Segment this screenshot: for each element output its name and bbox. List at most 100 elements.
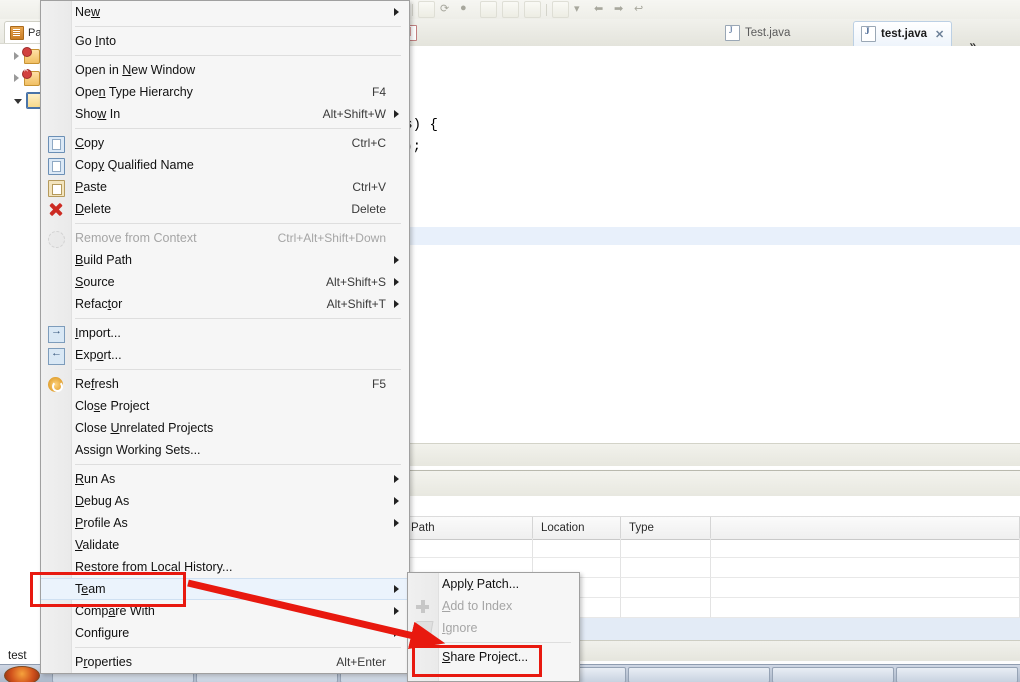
menu-item-debug-as[interactable]: Debug As — [41, 490, 409, 512]
menu-item-profile-as[interactable]: Profile As — [41, 512, 409, 534]
java-file-icon-active — [861, 26, 876, 42]
menu-item-show-in[interactable]: Show In Alt+Shift+W — [41, 103, 409, 125]
chevron-down-icon[interactable] — [14, 99, 22, 104]
menu-item-close-unrelated-projects[interactable]: Close Unrelated Projects — [41, 417, 409, 439]
menu-item-export[interactable]: Export... — [41, 344, 409, 366]
menu-item-shortcut: Alt+Shift+W — [322, 107, 386, 121]
table-cell — [711, 558, 1020, 578]
menu-item-paste[interactable]: Paste Ctrl+V — [41, 176, 409, 198]
menu-item-new[interactable]: New — [41, 1, 409, 23]
submenu-arrow-icon — [394, 110, 399, 118]
submenu-separator — [442, 642, 571, 643]
submenu-arrow-icon — [394, 300, 399, 308]
menu-item-label: Assign Working Sets... — [75, 443, 201, 457]
menu-item-label: Close Unrelated Projects — [75, 421, 214, 435]
menu-item-label: Copy — [75, 136, 105, 150]
menu-item-compare-with[interactable]: Compare With — [41, 600, 409, 622]
menu-item-configure[interactable]: Configure — [41, 622, 409, 644]
ignore-icon — [413, 621, 434, 638]
menu-item-go-into[interactable]: Go Into — [41, 30, 409, 52]
menu-item-label: Debug As — [75, 494, 130, 508]
menu-item-label: Source — [75, 275, 115, 289]
close-icon[interactable]: ✕ — [935, 28, 944, 41]
taskbar-button-7[interactable] — [896, 667, 1018, 682]
menu-item-label: Close Project — [75, 399, 150, 413]
menu-item-refactor[interactable]: Refactor Alt+Shift+T — [41, 293, 409, 315]
menu-item-properties[interactable]: Properties Alt+Enter — [41, 651, 409, 673]
editor-tab-test-java[interactable]: test.java ✕ — [853, 21, 953, 46]
taskbar-button-5[interactable] — [628, 667, 770, 682]
menu-item-copy[interactable]: Copy Ctrl+C — [41, 132, 409, 154]
problems-column-header-type[interactable]: Type — [621, 517, 711, 539]
menu-item-label: Properties — [75, 655, 132, 669]
submenu-item-apply-patch[interactable]: Apply Patch... — [408, 573, 579, 595]
coverage-icon[interactable]: ● — [460, 2, 475, 17]
new-package-icon[interactable] — [524, 1, 541, 18]
menu-item-open-type-hierarchy[interactable]: Open Type Hierarchy F4 — [41, 81, 409, 103]
submenu-item-label: Ignore — [442, 621, 478, 635]
table-cell — [621, 578, 711, 598]
submenu-item-share-project[interactable]: Share Project... — [408, 646, 579, 668]
menu-item-label: Delete — [75, 202, 112, 216]
chevron-right-icon-2[interactable] — [14, 74, 19, 82]
new-java-project-icon[interactable] — [480, 1, 497, 18]
menu-item-restore-from-local-history[interactable]: Restore from Local History... — [41, 556, 409, 578]
submenu-item-label: Add to Index — [442, 599, 513, 613]
editor-tab-Test-java-label: Test.java — [745, 27, 791, 39]
run-icon[interactable] — [418, 1, 435, 18]
menu-item-source[interactable]: Source Alt+Shift+S — [41, 271, 409, 293]
forward-arrow-icon[interactable]: ➡ — [614, 2, 629, 17]
menu-item-run-as[interactable]: Run As — [41, 468, 409, 490]
submenu-item-label: Apply Patch... — [442, 577, 520, 591]
submenu-item-add-to-index: Add to Index — [408, 595, 579, 617]
menu-item-assign-working-sets[interactable]: Assign Working Sets... — [41, 439, 409, 461]
table-cell — [621, 538, 711, 558]
search-icon[interactable] — [552, 1, 569, 18]
menu-item-delete[interactable]: Delete Delete — [41, 198, 409, 220]
chevron-right-icon[interactable] — [14, 52, 19, 60]
menu-item-import[interactable]: Import... — [41, 322, 409, 344]
menu-item-label: Show In — [75, 107, 121, 121]
menu-item-label: Paste — [75, 180, 107, 194]
team-submenu[interactable]: Apply Patch... Add to Index Ignore Share Pr… — [407, 572, 580, 682]
start-button-icon[interactable] — [4, 666, 40, 682]
menu-item-validate[interactable]: Validate — [41, 534, 409, 556]
problems-column-header-description[interactable] — [711, 517, 1020, 539]
menu-separator — [75, 26, 401, 27]
menu-item-label: Export... — [75, 348, 122, 362]
menu-item-label: Copy Qualified Name — [75, 158, 194, 172]
submenu-arrow-icon — [394, 256, 399, 264]
project-context-menu[interactable]: New Go Into Open in New Window Open Type Hi… — [40, 0, 410, 674]
table-cell — [621, 558, 711, 578]
submenu-arrow-icon — [394, 519, 399, 527]
table-cell — [711, 578, 1020, 598]
submenu-item-ignore: Ignore — [408, 617, 579, 639]
next-annotation-icon[interactable]: ▾ — [574, 2, 589, 17]
submenu-arrow-icon — [394, 607, 399, 615]
taskbar-button-6[interactable] — [772, 667, 894, 682]
menu-item-build-path[interactable]: Build Path — [41, 249, 409, 271]
menu-item-shortcut: Delete — [351, 202, 386, 216]
error-badge-icon-2 — [22, 67, 32, 79]
menu-item-copy-qualified-name[interactable]: Copy Qualified Name — [41, 154, 409, 176]
menu-item-label: Refactor — [75, 297, 123, 311]
menu-item-close-project[interactable]: Close Project — [41, 395, 409, 417]
last-edit-location-icon[interactable]: ↩ — [634, 2, 649, 17]
debug-icon[interactable]: ⟳ — [440, 2, 455, 17]
menu-separator — [75, 318, 401, 319]
toolbar-separator — [412, 3, 413, 16]
problems-column-header-location[interactable]: Location — [533, 517, 621, 539]
menu-item-label: Restore from Local History... — [75, 560, 233, 574]
back-arrow-icon[interactable]: ⬅ — [594, 2, 609, 17]
menu-item-label: Configure — [75, 626, 130, 640]
menu-item-shortcut: Ctrl+C — [351, 136, 386, 150]
menu-item-team[interactable]: Team — [41, 578, 409, 600]
problems-column-header-path[interactable]: Path — [403, 517, 533, 539]
new-class-icon[interactable] — [502, 1, 519, 18]
menu-item-label: Remove from Context — [75, 231, 197, 245]
editor-tab-Test-java[interactable]: Test.java — [718, 21, 797, 45]
menu-item-refresh[interactable]: Refresh F5 — [41, 373, 409, 395]
table-cell — [711, 538, 1020, 558]
menu-item-open-in-new-window[interactable]: Open in New Window — [41, 59, 409, 81]
error-badge-icon — [22, 46, 32, 57]
